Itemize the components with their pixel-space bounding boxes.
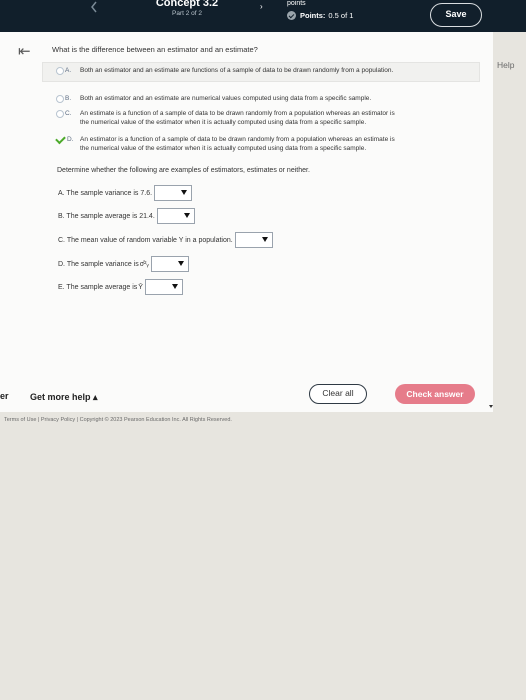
choice-c-line2: the numerical value of the estimator whe… xyxy=(80,119,367,126)
item-d-dropdown[interactable] xyxy=(150,256,189,272)
concept-title: Concept 3.2 xyxy=(155,0,219,9)
collapse-left-icon[interactable]: ⇤ xyxy=(18,44,31,59)
item-c-text: C. The mean value of random variable Y i… xyxy=(58,236,233,244)
points-prefix: Points: xyxy=(300,11,326,20)
get-more-help-button[interactable]: Get more help ▴ xyxy=(30,392,98,403)
question-prompt: What is the difference between an estima… xyxy=(52,45,258,54)
help-tab[interactable]: Help xyxy=(497,60,514,70)
item-e-row: E. The sample average is Ȳ xyxy=(58,279,183,295)
chevron-left-icon[interactable] xyxy=(90,0,98,14)
choice-d-line2: the numerical value of the estimator whe… xyxy=(80,145,367,152)
dropdown-arrow-icon xyxy=(181,190,188,195)
choice-b-letter: B. xyxy=(65,95,72,102)
dropdown-arrow-icon xyxy=(261,237,268,242)
cut-off-label: er xyxy=(0,391,9,401)
item-d-text: D. The sample variance is xyxy=(58,260,139,268)
legal-footer: Terms of Use | Privacy Policy | Copyrigh… xyxy=(4,417,232,423)
item-d-symbol: σ̂²ᵧ xyxy=(139,260,149,268)
choice-c-line1: An estimate is a function of a sample of… xyxy=(80,110,395,117)
item-b-dropdown[interactable] xyxy=(156,208,195,224)
item-e-symbol: Ȳ xyxy=(138,283,143,291)
choice-b-text: Both an estimator and an estimate are nu… xyxy=(80,95,372,102)
dropdown-arrow-icon xyxy=(177,261,184,266)
points-status: Points: 0.5 of 1 xyxy=(287,11,353,20)
check-circle-icon xyxy=(287,11,296,20)
item-d-row: D. The sample variance is σ̂²ᵧ xyxy=(58,256,189,272)
dropdown-arrow-icon xyxy=(183,213,190,218)
scroll-down-icon[interactable] xyxy=(489,405,493,408)
item-c-dropdown[interactable] xyxy=(234,232,273,248)
choice-c-radio[interactable] xyxy=(56,110,64,118)
choice-a-radio[interactable] xyxy=(56,67,64,75)
part-indicator: Part 2 of 2 xyxy=(172,10,202,17)
item-b-row: B. The sample average is 21.4. xyxy=(58,208,195,224)
choice-d-line1: An estimator is a function of a sample o… xyxy=(80,136,395,143)
clear-all-button[interactable]: Clear all xyxy=(309,384,367,404)
item-b-text: B. The sample average is 21.4. xyxy=(58,212,155,220)
points-value: 0.5 of 1 xyxy=(328,11,354,20)
item-a-dropdown[interactable] xyxy=(154,185,193,201)
help-tab-label: Help xyxy=(497,60,515,70)
item-e-dropdown[interactable] xyxy=(144,279,183,295)
choice-d-letter: D. xyxy=(67,136,74,143)
dropdown-arrow-icon xyxy=(171,284,178,289)
item-c-row: C. The mean value of random variable Y i… xyxy=(58,232,273,248)
item-e-text: E. The sample average is xyxy=(58,283,138,291)
choice-b-radio[interactable] xyxy=(56,95,64,103)
chevron-right-icon[interactable]: › xyxy=(260,2,263,11)
item-a-text: A. The sample variance is 7.6. xyxy=(58,189,153,197)
item-a-row: A. The sample variance is 7.6. xyxy=(58,185,193,201)
choice-a-letter: A. xyxy=(65,67,72,74)
part2-instruction: Determine whether the following are exam… xyxy=(57,167,310,174)
choice-c-letter: C. xyxy=(65,110,72,117)
check-answer-button[interactable]: Check answer xyxy=(395,384,475,404)
top-bar: Concept 3.2 Part 2 of 2 › points Points:… xyxy=(0,0,526,32)
save-button[interactable]: Save xyxy=(430,3,482,27)
choice-a-text: Both an estimator and an estimate are fu… xyxy=(80,67,394,74)
points-label: points xyxy=(287,0,306,7)
